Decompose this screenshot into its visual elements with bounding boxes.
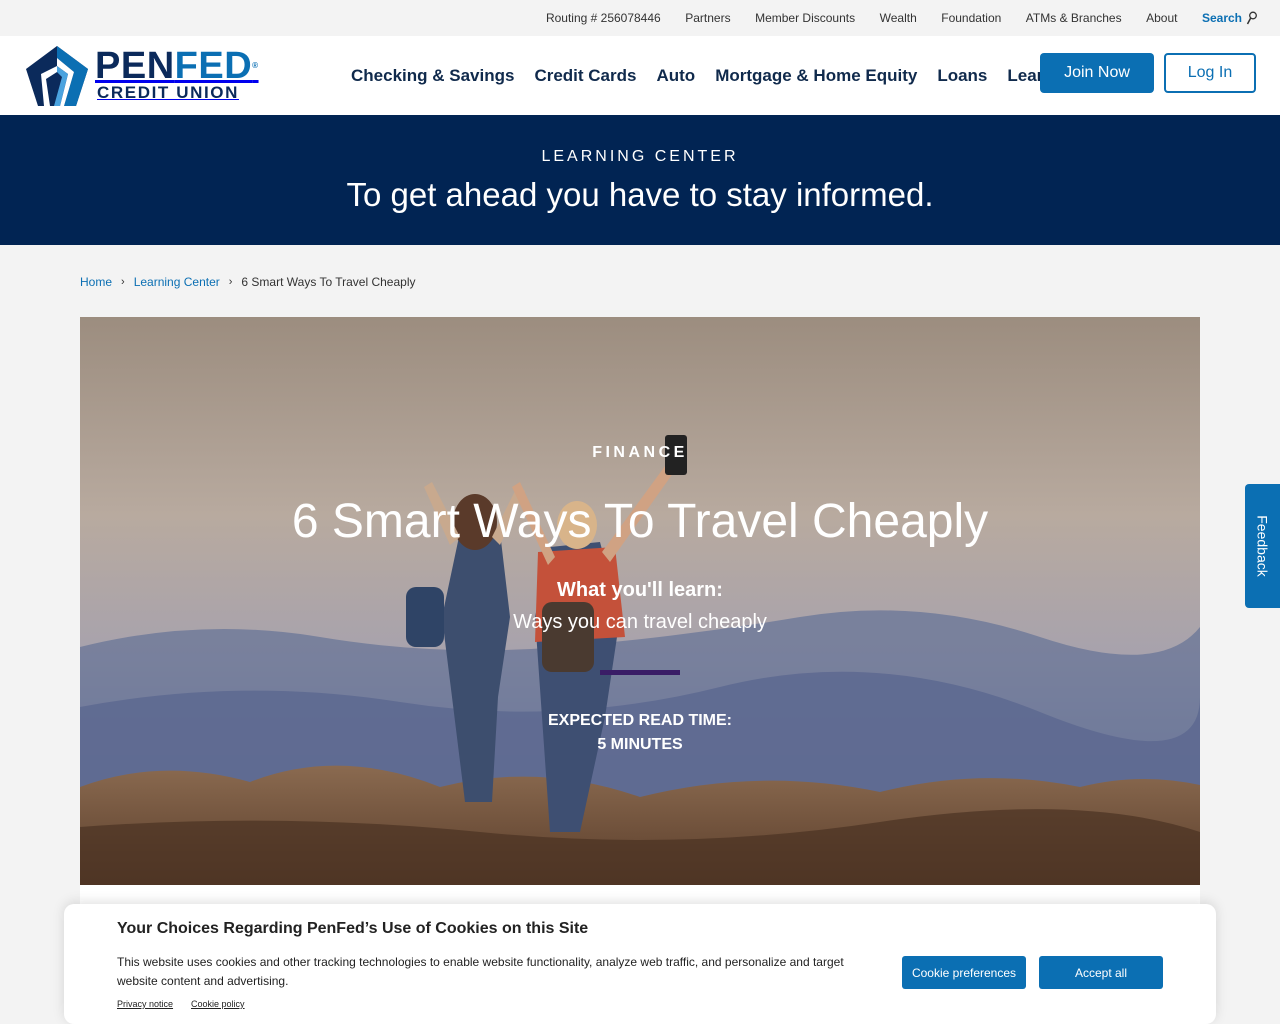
utility-link-wealth[interactable]: Wealth (880, 12, 917, 24)
utility-link-atms-branches[interactable]: ATMs & Branches (1026, 12, 1122, 24)
read-time-value: 5 MINUTES (597, 736, 683, 753)
learn-heading: What you'll learn: (557, 579, 723, 601)
search-icon (1246, 11, 1257, 25)
main-nav: Checking & Savings Credit Cards Auto Mor… (351, 36, 1074, 115)
search-button[interactable]: Search (1202, 11, 1258, 25)
feedback-tab[interactable]: Feedback (1245, 484, 1280, 608)
article-title: 6 Smart Ways To Travel Cheaply (291, 495, 989, 548)
read-time-heading: EXPECTED READ TIME: (547, 712, 732, 729)
main-header: PENFED® CREDIT UNION Checking & Savings … (0, 36, 1280, 115)
logo-registered-mark: ® (252, 60, 259, 70)
article-hero: FINANCE 6 Smart Ways To Travel Cheaply W… (80, 317, 1200, 885)
utility-link-foundation[interactable]: Foundation (941, 12, 1001, 24)
penfed-logo[interactable]: PENFED® CREDIT UNION (24, 44, 274, 108)
logo-pen-text: PEN (95, 44, 175, 87)
cookie-preferences-button[interactable]: Cookie preferences (902, 956, 1026, 989)
accept-all-button[interactable]: Accept all (1039, 956, 1163, 989)
utility-link-partners[interactable]: Partners (685, 12, 730, 24)
cookie-links: Privacy notice Cookie policy (117, 999, 245, 1009)
hero-content: FINANCE 6 Smart Ways To Travel Cheaply W… (80, 317, 1200, 885)
hero-divider (600, 670, 680, 675)
join-now-button[interactable]: Join Now (1040, 53, 1154, 93)
cookie-body: This website uses cookies and other trac… (117, 955, 844, 988)
breadcrumb-separator: › (121, 276, 125, 288)
log-in-button[interactable]: Log In (1164, 53, 1256, 93)
nav-mortgage-home-equity[interactable]: Mortgage & Home Equity (715, 66, 917, 86)
logo-fed-text: FED (174, 44, 253, 87)
learn-text: Ways you can travel cheaply (513, 611, 767, 633)
breadcrumb-home[interactable]: Home (80, 275, 112, 289)
cookie-title: Your Choices Regarding PenFed’s Use of C… (117, 920, 589, 937)
nav-loans[interactable]: Loans (937, 66, 987, 86)
routing-number: Routing # 256078446 (545, 11, 661, 25)
nav-credit-cards[interactable]: Credit Cards (534, 66, 636, 86)
banner-headline: To get ahead you have to stay informed. (346, 176, 934, 213)
breadcrumb-separator: › (228, 276, 233, 288)
feedback-label: Feedback (1254, 515, 1271, 577)
utility-nav: Routing # 256078446 Partners Member Disc… (0, 0, 1280, 36)
search-label: Search (1201, 11, 1242, 25)
breadcrumb: Home › Learning Center › 6 Smart Ways To… (80, 275, 416, 289)
penfed-pentagon-icon (26, 45, 88, 106)
utility-link-member-discounts[interactable]: Member Discounts (755, 12, 855, 24)
cookie-policy-link[interactable]: Cookie policy (191, 999, 245, 1009)
privacy-notice-link[interactable]: Privacy notice (117, 999, 173, 1009)
learning-center-banner: LEARNING CENTER To get ahead you have to… (0, 115, 1280, 245)
logo-subtitle: CREDIT UNION (97, 82, 239, 102)
article-category: FINANCE (592, 444, 688, 461)
nav-checking-savings[interactable]: Checking & Savings (351, 66, 514, 86)
breadcrumb-learning-center[interactable]: Learning Center (134, 275, 220, 289)
utility-link-about[interactable]: About (1146, 12, 1177, 24)
cookie-consent-banner: Your Choices Regarding PenFed’s Use of C… (64, 904, 1216, 1024)
breadcrumb-current: 6 Smart Ways To Travel Cheaply (241, 275, 416, 289)
banner-eyebrow: LEARNING CENTER (541, 148, 739, 165)
nav-auto[interactable]: Auto (656, 66, 695, 86)
